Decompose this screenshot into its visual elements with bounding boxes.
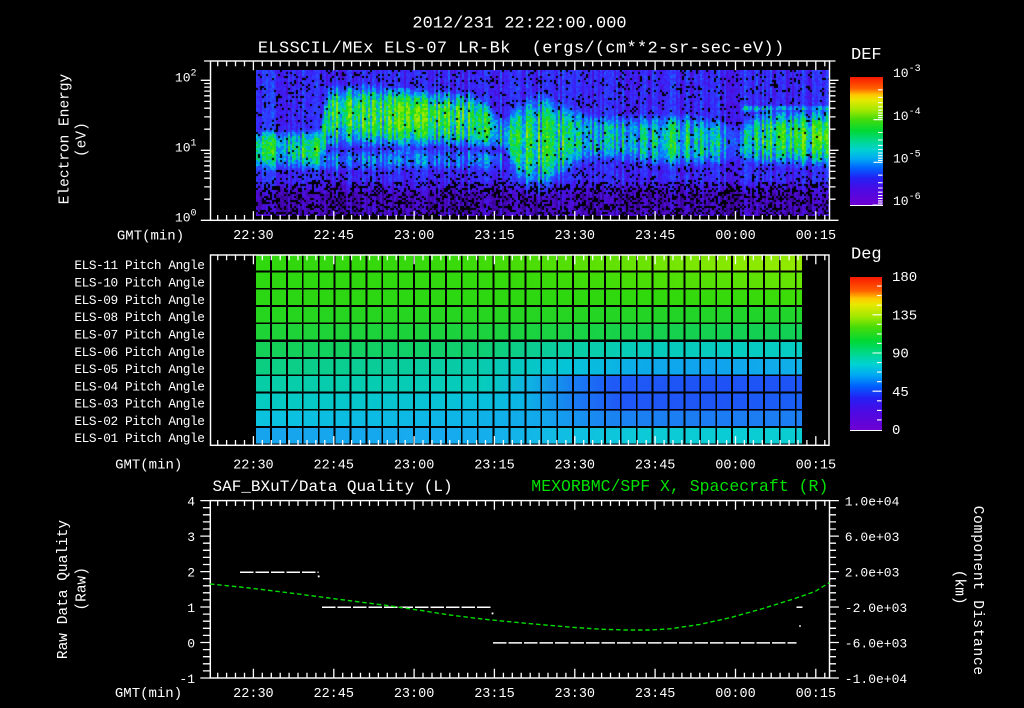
svg-text:MEXORBMC/SPF X, Spacecraft (R): MEXORBMC/SPF X, Spacecraft (R) — [531, 477, 828, 496]
svg-text:0: 0 — [187, 636, 195, 651]
svg-text:10: 10 — [175, 71, 191, 86]
svg-text:3: 3 — [187, 530, 195, 545]
svg-text:00:15: 00:15 — [796, 458, 837, 473]
svg-text:23:15: 23:15 — [474, 229, 515, 244]
svg-text:22:30: 22:30 — [233, 229, 274, 244]
svg-text:23:30: 23:30 — [555, 687, 596, 702]
svg-text:23:30: 23:30 — [555, 458, 596, 473]
svg-text:22:45: 22:45 — [313, 229, 354, 244]
svg-text:GMT(min): GMT(min) — [115, 458, 182, 474]
svg-text:(km): (km) — [950, 570, 966, 605]
svg-text:1: 1 — [191, 139, 197, 150]
svg-text:ELS-06 Pitch Angle: ELS-06 Pitch Angle — [74, 345, 204, 360]
svg-text:180: 180 — [892, 270, 917, 286]
svg-text:-4: -4 — [909, 107, 921, 118]
svg-text:45: 45 — [892, 385, 909, 401]
svg-text:-3: -3 — [909, 64, 921, 75]
svg-text:Deg: Deg — [851, 246, 882, 265]
svg-text:90: 90 — [892, 347, 909, 363]
svg-text:-5: -5 — [909, 150, 921, 161]
svg-text:23:00: 23:00 — [394, 458, 435, 473]
svg-text:ELS-02 Pitch Angle: ELS-02 Pitch Angle — [74, 414, 204, 429]
svg-text:-6.0e+03: -6.0e+03 — [845, 636, 907, 651]
svg-text:10: 10 — [175, 141, 191, 156]
svg-text:-1: -1 — [179, 672, 195, 687]
svg-text:23:00: 23:00 — [394, 229, 435, 244]
svg-text:(eV): (eV) — [74, 122, 90, 157]
svg-text:22:45: 22:45 — [313, 687, 354, 702]
svg-text:-1.0e+04: -1.0e+04 — [845, 672, 908, 687]
svg-text:22:45: 22:45 — [313, 458, 354, 473]
svg-text:00:00: 00:00 — [715, 458, 756, 473]
svg-text:GMT(min): GMT(min) — [115, 686, 182, 702]
svg-text:00:00: 00:00 — [715, 687, 756, 702]
svg-text:Component Distance: Component Distance — [969, 506, 985, 676]
svg-text:0: 0 — [191, 209, 197, 220]
svg-text:22:30: 22:30 — [233, 687, 274, 702]
svg-text:GMT(min): GMT(min) — [117, 229, 184, 245]
svg-text:10: 10 — [893, 152, 909, 167]
svg-text:10: 10 — [175, 211, 191, 226]
svg-text:ELS-11 Pitch Angle: ELS-11 Pitch Angle — [74, 258, 204, 273]
svg-text:2012/231 22:22:00.000: 2012/231 22:22:00.000 — [412, 14, 626, 33]
svg-text:23:15: 23:15 — [474, 458, 515, 473]
svg-text:2: 2 — [191, 69, 197, 80]
svg-text:ELS-10 Pitch Angle: ELS-10 Pitch Angle — [74, 276, 204, 291]
svg-text:4: 4 — [187, 494, 195, 509]
svg-text:ELS-09 Pitch Angle: ELS-09 Pitch Angle — [74, 293, 204, 308]
svg-text:0: 0 — [892, 423, 900, 439]
svg-text:23:45: 23:45 — [635, 458, 676, 473]
svg-text:Raw Data Quality: Raw Data Quality — [56, 520, 72, 660]
svg-text:Electron Energy: Electron Energy — [57, 73, 73, 204]
svg-text:ELS-05 Pitch Angle: ELS-05 Pitch Angle — [74, 362, 204, 377]
svg-text:2: 2 — [187, 565, 195, 580]
svg-text:00:15: 00:15 — [796, 687, 837, 702]
svg-text:2.0e+03: 2.0e+03 — [845, 565, 900, 580]
svg-text:23:15: 23:15 — [474, 687, 515, 702]
svg-text:ELS-04 Pitch Angle: ELS-04 Pitch Angle — [74, 379, 204, 394]
svg-text:23:30: 23:30 — [555, 229, 596, 244]
svg-text:00:15: 00:15 — [796, 229, 837, 244]
svg-text:23:00: 23:00 — [394, 687, 435, 702]
svg-text:23:45: 23:45 — [635, 229, 676, 244]
svg-text:1.0e+04: 1.0e+04 — [845, 494, 900, 509]
svg-text:ELS-01 Pitch Angle: ELS-01 Pitch Angle — [74, 431, 204, 446]
svg-text:23:45: 23:45 — [635, 687, 676, 702]
svg-text:6.0e+03: 6.0e+03 — [845, 530, 900, 545]
svg-text:ELS-07 Pitch Angle: ELS-07 Pitch Angle — [74, 328, 204, 343]
svg-text:-2.0e+03: -2.0e+03 — [845, 601, 907, 616]
svg-text:22:30: 22:30 — [233, 458, 274, 473]
svg-text:1: 1 — [187, 601, 195, 616]
svg-text:10: 10 — [893, 194, 909, 209]
svg-text:SAF_BXuT/Data Quality (L): SAF_BXuT/Data Quality (L) — [213, 478, 453, 496]
svg-text:135: 135 — [892, 308, 917, 324]
svg-text:ELS-03 Pitch Angle: ELS-03 Pitch Angle — [74, 397, 204, 412]
svg-text:(Raw): (Raw) — [74, 567, 90, 611]
svg-text:DEF: DEF — [851, 46, 882, 65]
svg-text:-6: -6 — [909, 192, 921, 203]
svg-text:ELS-08 Pitch Angle: ELS-08 Pitch Angle — [74, 310, 204, 325]
svg-text:00:00: 00:00 — [715, 229, 756, 244]
svg-text:ELSSCIL/MEx ELS-07 LR-Bk (erg: ELSSCIL/MEx ELS-07 LR-Bk (ergs/(cm**2-sr… — [258, 39, 785, 58]
svg-text:10: 10 — [893, 109, 909, 124]
svg-text:10: 10 — [893, 66, 909, 81]
